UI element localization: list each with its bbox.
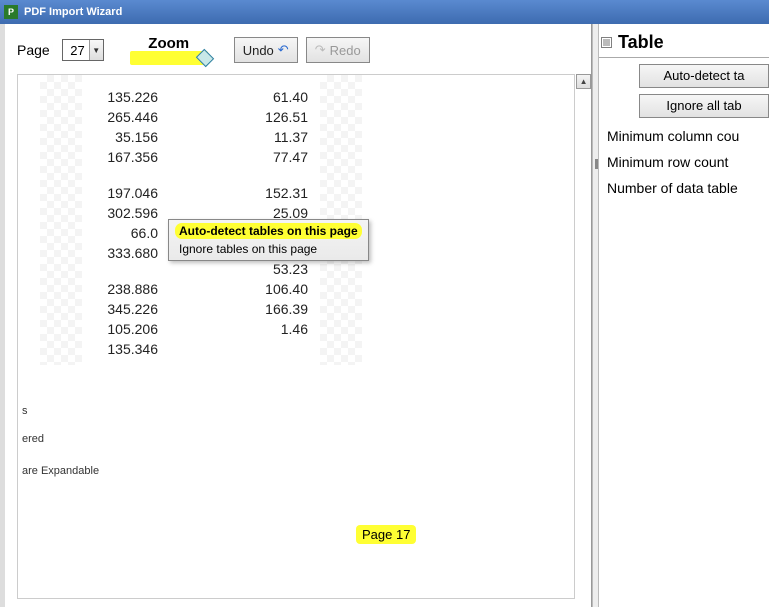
page-label: Page (17, 42, 50, 58)
scroll-up-button[interactable]: ▲ (576, 74, 591, 89)
data-column-b: 61.40126.5111.3777.47152.3125.0940.0353.… (238, 87, 308, 339)
table-cell: 238.886 (78, 279, 158, 299)
data-column-a: 135.226265.44635.156167.356 197.046302.59… (78, 87, 158, 359)
zoom-label: Zoom (148, 35, 189, 52)
undo-icon: ↶ (278, 42, 289, 58)
redo-button[interactable]: ↷ Redo (306, 37, 370, 63)
menu-auto-detect-tables[interactable]: Auto-detect tables on this page (169, 222, 368, 240)
table-cell: 77.47 (238, 147, 308, 167)
table-cell: 135.346 (78, 339, 158, 359)
main-area: Page 27 ▼ Zoom Undo ↶ ↷ Redo ▲ (0, 24, 769, 607)
toolbar: Page 27 ▼ Zoom Undo ↶ ↷ Redo (5, 24, 591, 68)
table-panel: Table Auto-detect ta Ignore all tab Mini… (599, 24, 769, 607)
window-title: PDF Import Wizard (24, 6, 122, 18)
undo-button[interactable]: Undo ↶ (234, 37, 298, 63)
table-cell: 265.446 (78, 107, 158, 127)
table-cell: 105.206 (78, 319, 158, 339)
table-cell: 167.356 (78, 147, 158, 167)
table-cell: 61.40 (238, 87, 308, 107)
selection-region-left (40, 75, 82, 365)
page-spinner[interactable]: 27 ▼ (62, 39, 104, 61)
page-number-highlight: Page 17 (356, 525, 416, 544)
table-cell: 106.40 (238, 279, 308, 299)
splitter-handle[interactable] (592, 24, 599, 607)
table-panel-title: Table (618, 32, 664, 53)
table-cell: 1.46 (238, 319, 308, 339)
num-data-tables-row: Number of data table (607, 180, 769, 196)
table-cell: 35.156 (78, 127, 158, 147)
redo-icon: ↷ (315, 42, 326, 58)
table-cell: 135.226 (78, 87, 158, 107)
auto-detect-tables-button[interactable]: Auto-detect ta (639, 64, 769, 88)
redo-label: Redo (330, 43, 361, 58)
page-number-footer: Page 17 (356, 527, 416, 542)
app-icon: P (4, 5, 18, 19)
chevron-down-icon[interactable]: ▼ (89, 40, 103, 60)
text-fragment: s (22, 405, 28, 417)
table-cell: 53.23 (238, 259, 308, 279)
collapse-icon[interactable] (601, 37, 612, 48)
table-panel-header[interactable]: Table (599, 30, 769, 58)
table-cell: 197.046 (78, 183, 158, 203)
window-titlebar: P PDF Import Wizard (0, 0, 769, 24)
menu-ignore-tables[interactable]: Ignore tables on this page (169, 240, 368, 258)
context-menu: Auto-detect tables on this page Ignore t… (168, 219, 369, 261)
ignore-all-tables-button[interactable]: Ignore all tab (639, 94, 769, 118)
table-cell: 66.0 (78, 223, 158, 243)
text-fragment: are Expandable (22, 465, 99, 477)
preview-wrap: ▲ 135.226265.44635.156167.356 197.046302.… (5, 74, 591, 607)
zoom-slider-handle[interactable] (196, 49, 214, 67)
min-row-count-row: Minimum row count (607, 154, 769, 170)
left-panel: Page 27 ▼ Zoom Undo ↶ ↷ Redo ▲ (0, 24, 592, 607)
table-cell: 126.51 (238, 107, 308, 127)
page-preview[interactable]: 135.226265.44635.156167.356 197.046302.59… (17, 74, 575, 599)
zoom-slider[interactable] (130, 51, 208, 65)
text-fragment: ered (22, 433, 44, 445)
table-cell: 11.37 (238, 127, 308, 147)
table-cell: 345.226 (78, 299, 158, 319)
undo-label: Undo (243, 43, 274, 58)
page-number-value[interactable]: 27 (63, 41, 89, 60)
table-cell: 333.680 (78, 243, 158, 263)
table-cell: 166.39 (238, 299, 308, 319)
table-cell: 152.31 (238, 183, 308, 203)
min-column-count-row: Minimum column cou (607, 128, 769, 144)
table-cell: 302.596 (78, 203, 158, 223)
zoom-control: Zoom (130, 35, 208, 65)
